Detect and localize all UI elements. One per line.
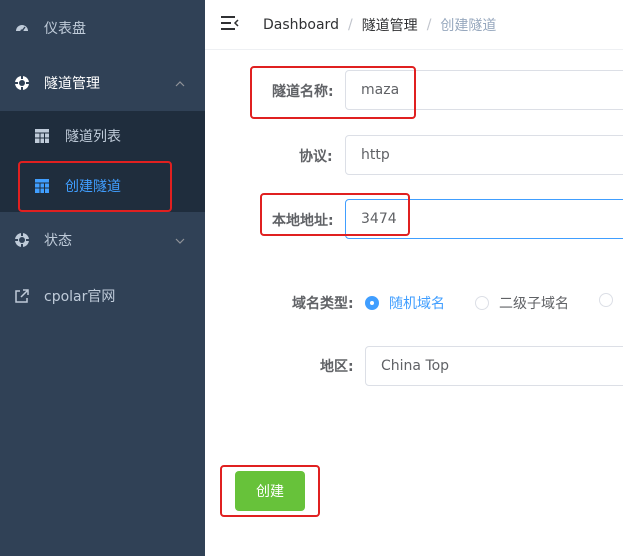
breadcrumb-item[interactable]: 隧道管理 (362, 15, 418, 35)
protocol-select[interactable]: http (345, 135, 623, 175)
region-value: China Top (381, 358, 450, 374)
sidebar-item-label: 隧道列表 (65, 129, 121, 145)
sidebar-item-label: 状态 (44, 233, 72, 249)
breadcrumb: Dashboard / 隧道管理 / 创建隧道 (263, 15, 496, 35)
external-link-icon (14, 288, 30, 304)
sidebar-item-label: cpolar官网 (44, 289, 116, 305)
tunnel-name-label: 隧道名称: (272, 84, 334, 100)
radio-subdomain[interactable]: 二级子域名 (475, 293, 569, 313)
navbar: Dashboard / 隧道管理 / 创建隧道 (205, 0, 623, 50)
radio-dot (475, 296, 489, 310)
table-icon (35, 179, 49, 193)
tunnel-name-input[interactable]: maza (345, 70, 623, 110)
sidebar-item-label: 创建隧道 (65, 179, 121, 195)
breadcrumb-separator: / (347, 17, 353, 33)
radio-dot (365, 296, 379, 310)
local-address-value: 3474 (361, 211, 397, 227)
protocol-label: 协议: (299, 149, 333, 165)
tunnel-name-value: maza (361, 82, 400, 98)
radio-label: 随机域名 (389, 296, 445, 312)
radio-random-domain[interactable]: 随机域名 (365, 293, 445, 313)
breadcrumb-current: 创建隧道 (440, 18, 497, 34)
protocol-value: http (361, 147, 390, 163)
dashboard-icon (14, 20, 30, 36)
radio-custom-domain[interactable] (599, 293, 623, 307)
hamburger-icon[interactable] (221, 15, 239, 31)
local-address-input[interactable]: 3474 (345, 199, 623, 239)
submenu: 隧道列表 创建隧道 (0, 111, 205, 212)
sidebar-item-create-tunnel[interactable]: 创建隧道 (0, 161, 205, 211)
chevron-up-icon (175, 77, 185, 93)
local-address-label: 本地地址: (272, 213, 334, 229)
create-button[interactable]: 创建 (235, 471, 305, 511)
breadcrumb-item[interactable]: Dashboard (263, 17, 339, 33)
status-icon (14, 232, 30, 248)
sidebar-item-tunnel-list[interactable]: 隧道列表 (0, 111, 205, 161)
sidebar-item-cpolar-website[interactable]: cpolar官网 (0, 268, 205, 324)
sidebar-item-dashboard[interactable]: 仪表盘 (0, 0, 205, 56)
chevron-down-icon (175, 234, 185, 250)
region-label: 地区: (320, 359, 354, 375)
sidebar-item-label: 隧道管理 (44, 76, 100, 92)
domain-type-label: 域名类型: (292, 296, 354, 312)
sidebar-item-label: 仪表盘 (44, 21, 86, 37)
sidebar-item-status[interactable]: 状态 (0, 212, 205, 268)
table-icon (35, 129, 49, 143)
breadcrumb-separator: / (426, 17, 432, 33)
radio-dot (599, 293, 613, 307)
region-select[interactable]: China Top (365, 346, 623, 386)
sidebar: 仪表盘 隧道管理 隧道列表 创建隧道 状态 cpolar官网 (0, 0, 205, 556)
sidebar-item-tunnel-management[interactable]: 隧道管理 (0, 55, 205, 111)
tunnel-icon (14, 75, 30, 91)
radio-label: 二级子域名 (499, 296, 569, 312)
